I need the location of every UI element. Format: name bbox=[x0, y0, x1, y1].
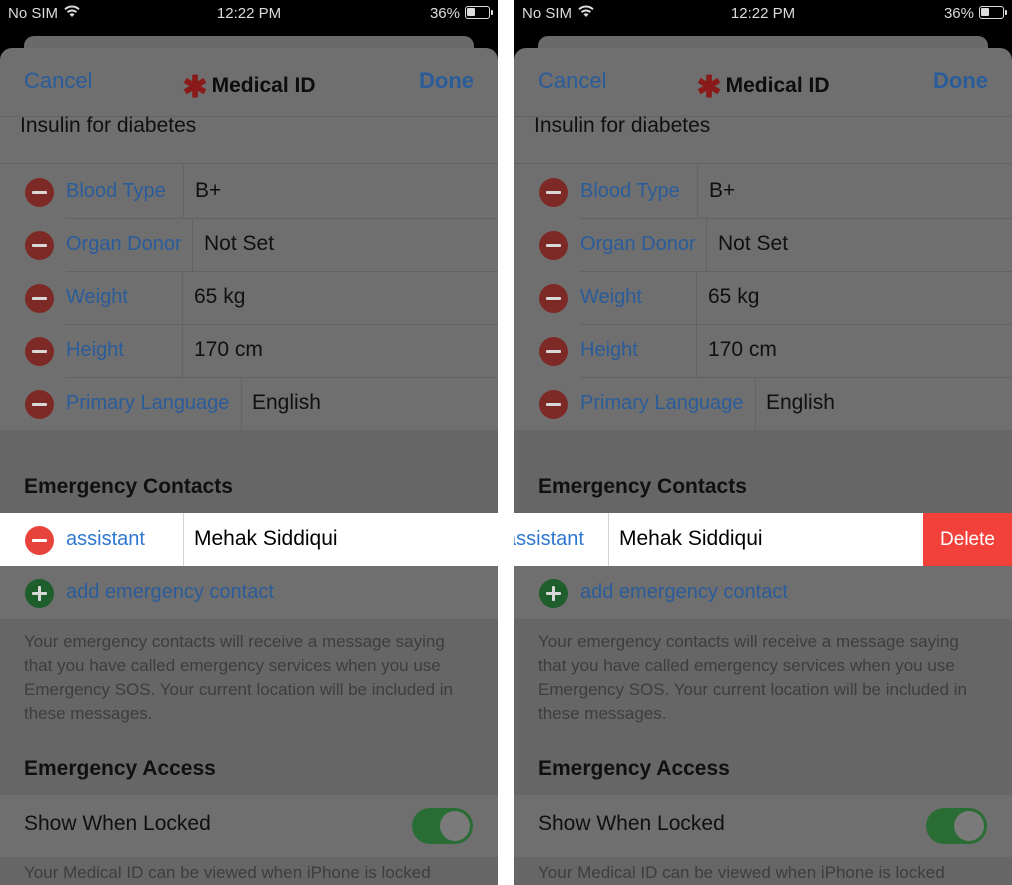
add-icon bbox=[539, 579, 568, 608]
medications-text[interactable]: Insulin for diabetes bbox=[534, 114, 710, 138]
medications-text[interactable]: Insulin for diabetes bbox=[20, 114, 196, 138]
medical-id-sheet: Cancel ✱ Medical ID Done Insulin for diab… bbox=[514, 48, 1012, 885]
remove-icon[interactable] bbox=[539, 231, 568, 260]
field-weight[interactable]: Weight 65 kg bbox=[0, 271, 498, 324]
panel-divider bbox=[498, 0, 514, 885]
left-screen: No SIM 12:22 PM 36% Cancel ✱ Medical ID D… bbox=[0, 0, 498, 885]
emergency-access-header: Emergency Access bbox=[538, 757, 730, 780]
right-screen: No SIM 12:22 PM 36% Cancel ✱ Medical ID D… bbox=[514, 0, 1012, 885]
field-label: Height bbox=[580, 339, 638, 361]
contact-name[interactable]: Mehak Siddiqui bbox=[194, 527, 338, 551]
remove-icon[interactable] bbox=[25, 337, 54, 366]
field-label: Weight bbox=[580, 286, 642, 308]
status-bar: No SIM 12:22 PM 36% bbox=[514, 0, 1012, 30]
remove-icon[interactable] bbox=[539, 390, 568, 419]
field-value[interactable]: English bbox=[766, 391, 835, 415]
field-label: Primary Language bbox=[66, 392, 230, 414]
add-contact-label: add emergency contact bbox=[580, 581, 788, 603]
emergency-access-footnote: Your Medical ID can be viewed when iPhon… bbox=[538, 863, 945, 882]
battery-percent: 36% bbox=[943, 5, 974, 22]
emergency-contacts-header: Emergency Contacts bbox=[24, 475, 233, 498]
field-value[interactable]: English bbox=[252, 391, 321, 415]
status-bar: No SIM 12:22 PM 36% bbox=[0, 0, 498, 30]
field-primary-language[interactable]: Primary Language English bbox=[514, 377, 1012, 430]
nav-bar: Cancel ✱ Medical ID Done bbox=[514, 48, 1012, 116]
field-value[interactable]: Not Set bbox=[718, 232, 788, 256]
remove-icon[interactable] bbox=[539, 337, 568, 366]
field-value[interactable]: 65 kg bbox=[708, 285, 759, 309]
field-label: Height bbox=[66, 339, 124, 361]
remove-icon[interactable] bbox=[25, 178, 54, 207]
nav-bar: Cancel ✱ Medical ID Done bbox=[0, 48, 498, 116]
remove-contact-icon[interactable] bbox=[25, 526, 54, 555]
battery-icon bbox=[465, 6, 493, 19]
page-title-text: Medical ID bbox=[725, 74, 830, 97]
field-label: Blood Type bbox=[66, 180, 166, 202]
field-height[interactable]: Height 170 cm bbox=[514, 324, 1012, 377]
emergency-contacts-footnote: Your emergency contacts will receive a m… bbox=[538, 632, 968, 723]
field-primary-language[interactable]: Primary Language English bbox=[0, 377, 498, 430]
done-button[interactable]: Done bbox=[419, 68, 474, 94]
field-label: Blood Type bbox=[580, 180, 680, 202]
add-emergency-contact-button[interactable]: add emergency contact bbox=[514, 566, 1012, 619]
field-value[interactable]: B+ bbox=[709, 179, 735, 203]
field-value[interactable]: 170 cm bbox=[194, 338, 263, 362]
field-weight[interactable]: Weight 65 kg bbox=[514, 271, 1012, 324]
done-button[interactable]: Done bbox=[933, 68, 988, 94]
show-when-locked-label: Show When Locked bbox=[24, 812, 211, 835]
status-time: 12:22 PM bbox=[730, 5, 796, 22]
remove-icon[interactable] bbox=[539, 284, 568, 313]
add-contact-label: add emergency contact bbox=[66, 581, 274, 603]
contact-name[interactable]: Mehak Siddiqui bbox=[619, 527, 763, 551]
field-height[interactable]: Height 170 cm bbox=[0, 324, 498, 377]
show-when-locked-row: Show When Locked bbox=[0, 795, 498, 857]
show-when-locked-row: Show When Locked bbox=[514, 795, 1012, 857]
emergency-contact-row-swiped[interactable]: assistant Mehak Siddiqui Delete bbox=[514, 513, 1012, 566]
field-value[interactable]: B+ bbox=[195, 179, 221, 203]
field-organ-donor[interactable]: Organ Donor Not Set bbox=[514, 218, 1012, 271]
medical-star-icon: ✱ bbox=[696, 71, 722, 104]
battery-percent: 36% bbox=[429, 5, 460, 22]
page-title-text: Medical ID bbox=[211, 74, 316, 97]
show-when-locked-toggle[interactable] bbox=[926, 808, 987, 844]
medical-star-icon: ✱ bbox=[182, 71, 208, 104]
field-value[interactable]: 170 cm bbox=[708, 338, 777, 362]
contact-relation[interactable]: assistant bbox=[514, 528, 584, 551]
emergency-contact-row[interactable]: assistant Mehak Siddiqui bbox=[0, 513, 498, 566]
field-label: Organ Donor bbox=[66, 233, 182, 255]
emergency-access-header: Emergency Access bbox=[24, 757, 216, 780]
remove-icon[interactable] bbox=[25, 231, 54, 260]
contact-relation[interactable]: assistant bbox=[66, 528, 145, 551]
field-label: Organ Donor bbox=[580, 233, 696, 255]
battery-icon bbox=[979, 6, 1007, 19]
emergency-contacts-footnote: Your emergency contacts will receive a m… bbox=[24, 632, 454, 723]
field-blood-type[interactable]: Blood Type B+ bbox=[514, 165, 1012, 218]
field-organ-donor[interactable]: Organ Donor Not Set bbox=[0, 218, 498, 271]
emergency-contacts-header: Emergency Contacts bbox=[538, 475, 747, 498]
field-blood-type[interactable]: Blood Type B+ bbox=[0, 165, 498, 218]
remove-icon[interactable] bbox=[25, 284, 54, 313]
field-label: Weight bbox=[66, 286, 128, 308]
show-when-locked-label: Show When Locked bbox=[538, 812, 725, 835]
field-label: Primary Language bbox=[580, 392, 744, 414]
delete-button[interactable]: Delete bbox=[923, 513, 1012, 566]
status-time: 12:22 PM bbox=[216, 5, 282, 22]
remove-icon[interactable] bbox=[25, 390, 54, 419]
field-value[interactable]: Not Set bbox=[204, 232, 274, 256]
medical-id-sheet: Cancel ✱ Medical ID Done Insulin for diab… bbox=[0, 48, 498, 885]
show-when-locked-toggle[interactable] bbox=[412, 808, 473, 844]
add-emergency-contact-button[interactable]: add emergency contact bbox=[0, 566, 498, 619]
remove-icon[interactable] bbox=[539, 178, 568, 207]
emergency-access-footnote: Your Medical ID can be viewed when iPhon… bbox=[24, 863, 431, 882]
field-value[interactable]: 65 kg bbox=[194, 285, 245, 309]
add-icon bbox=[25, 579, 54, 608]
